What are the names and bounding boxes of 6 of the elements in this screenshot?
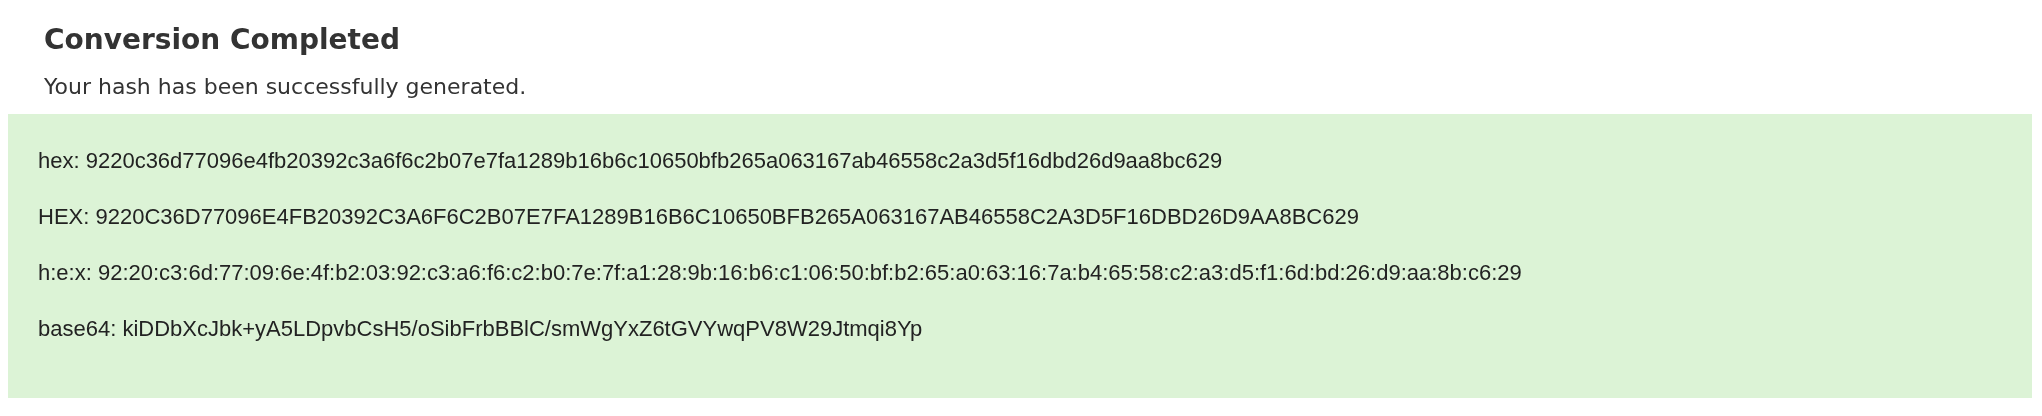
status-message: Your hash has been successfully generated. (44, 73, 528, 101)
hash-output: hex: 9220c36d77096e4fb20392c3a6f6c2b07e7fa1289b16b6c10650bfb265a063167ab46558c2a3d5f16dbd26d9aa8bc629 (38, 147, 1224, 175)
hash-output: HEX: 9220C36D77096E4FB20392C3A6F6C2B07E7FA1289B16B6C10650BFB265A063167AB46558C2A3D5F16DBD26D9AA8BC629 (38, 203, 1360, 231)
hash-output: h:e:x: 92:20:c3:6d:77:09:6e:4f:b2:03:92:c3:a6:f6:c2:b0:7e:7f:a1:28:9b:16:b6:c1:06:50:bf:b2:65:a0:63:16:7a:b4:65:58:c2:a3:d5:f1:6d:bd:26:d9:aa:8b:c6:29 (38, 259, 1523, 287)
hash-output: base64: kiDDbXcJbk+yA5LDpvbCsH5/oSibFrbBBlC/smWgYxZ6tGVYwqPV8W29Jtmqi8Yp (38, 315, 924, 343)
heading: Conversion Completed (44, 22, 401, 58)
